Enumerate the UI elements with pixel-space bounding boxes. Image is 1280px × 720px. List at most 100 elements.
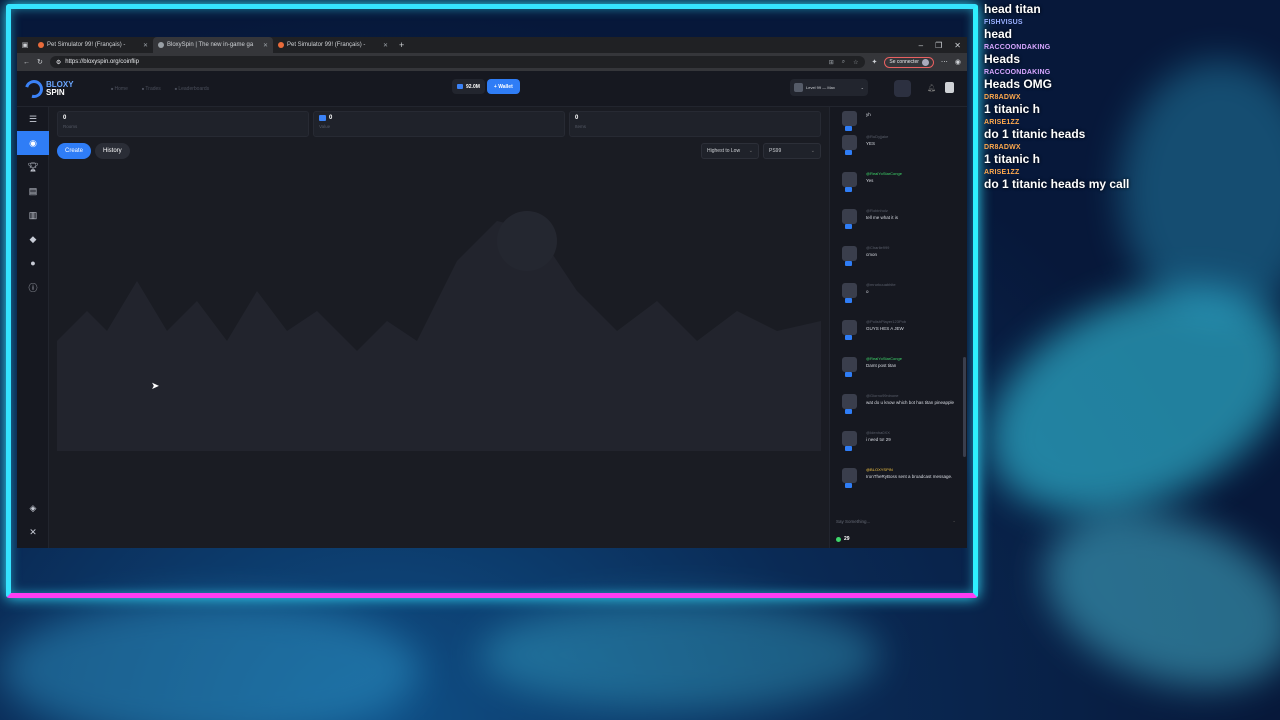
coinflip-icon[interactable]: ◉ bbox=[17, 131, 49, 155]
chat-username[interactable]: @Charlie999 bbox=[866, 245, 962, 250]
new-tab-button[interactable]: + bbox=[393, 40, 410, 50]
chat-avatar[interactable] bbox=[842, 431, 857, 451]
tab-bloxyspin[interactable]: BloxySpin | The new in-game ga ✕ bbox=[153, 37, 273, 53]
site-info-icon[interactable]: ⚙ bbox=[56, 59, 61, 66]
bookmark-icon[interactable]: ☆ bbox=[853, 59, 858, 66]
profile-avatar-icon bbox=[921, 58, 929, 66]
tab-pet-sim-2[interactable]: Pet Simulator 99! (Français) - ✕ bbox=[273, 37, 393, 53]
nav-home[interactable]: Home bbox=[111, 86, 128, 92]
tag-icon[interactable]: ◆ bbox=[17, 227, 49, 251]
chat-input[interactable]: Say Something... ⌄ bbox=[836, 516, 956, 526]
tab-title: Pet Simulator 99! (Français) - bbox=[47, 42, 126, 48]
bloxyspin-site: BLOXY SPIN Home Trades Leaderboards 92.0… bbox=[17, 71, 967, 548]
close-window-icon[interactable]: ✕ bbox=[954, 41, 961, 50]
chat-username[interactable]: @mrurkuuabhite bbox=[866, 282, 962, 287]
nav-leaderboards[interactable]: Leaderboards bbox=[175, 86, 209, 92]
chat-username[interactable]: @RuDyjjake bbox=[866, 134, 962, 139]
user-avatar[interactable] bbox=[894, 80, 911, 97]
chat-message: yh bbox=[830, 107, 967, 131]
chat-avatar[interactable] bbox=[842, 111, 857, 131]
stream-chat-message: ARISE1ZZ do 1 titanic heads my call bbox=[984, 169, 1274, 191]
chat-avatar[interactable] bbox=[842, 172, 857, 192]
history-button[interactable]: History bbox=[95, 143, 130, 159]
toggle-chat-icon[interactable] bbox=[945, 82, 954, 93]
window-menu-icon[interactable]: ▣ bbox=[17, 41, 33, 49]
reload-icon[interactable]: ↻ bbox=[37, 58, 43, 66]
level-label: Level 99 — Max bbox=[806, 85, 835, 90]
chat-avatar[interactable] bbox=[842, 320, 857, 340]
game-value: PS99 bbox=[769, 148, 782, 154]
chat-panel: yh @RuDyjjake YES @RealYoStarConge Yes @Robin… bbox=[829, 107, 967, 548]
chat-avatar[interactable] bbox=[842, 357, 857, 377]
game-select[interactable]: PS99 ⌄ bbox=[763, 143, 821, 159]
chat-username[interactable]: @BLOXYSPIN bbox=[866, 467, 962, 472]
chat-scrollbar[interactable] bbox=[963, 357, 966, 457]
chat-input-placeholder: Say Something... bbox=[836, 518, 871, 524]
chat-message: @PolishPlayer123Pob GUYS HES A JEW bbox=[830, 316, 967, 353]
back-icon[interactable]: ← bbox=[23, 59, 30, 66]
create-button[interactable]: Create bbox=[57, 143, 92, 159]
stream-chat-text: Heads OMG bbox=[984, 77, 1053, 91]
chat-avatar[interactable] bbox=[842, 283, 857, 303]
stream-chat-username: FISHVISUS bbox=[984, 19, 1023, 26]
extensions-icon[interactable]: ✦ bbox=[872, 58, 878, 66]
nav-trades[interactable]: Trades bbox=[142, 86, 160, 92]
chat-username[interactable]: @Idenha0XX bbox=[866, 430, 962, 435]
chat-username[interactable]: @RealYoStarConge bbox=[866, 171, 962, 176]
stat-rooms: 0 Rooms bbox=[57, 111, 309, 137]
wallet-button[interactable]: + Wallet bbox=[486, 79, 520, 94]
stream-chat-username: RACCOONDAKING bbox=[984, 69, 1051, 76]
notification-bell-icon[interactable]: 🔔︎ bbox=[927, 84, 936, 92]
stat-value-total: 0 Value bbox=[313, 111, 565, 137]
stat-value: 0 bbox=[63, 115, 67, 121]
zoom-icon[interactable]: ⌕ bbox=[842, 59, 845, 66]
send-icon[interactable]: ⌄ bbox=[952, 518, 956, 524]
chat-message: @Idenha0XX i need to! 29 bbox=[830, 427, 967, 464]
stream-chat-message: DR8ADWX 1 titanic h bbox=[984, 144, 1274, 166]
chat-username[interactable]: @Giorno99ninone bbox=[866, 393, 962, 398]
close-tab-icon[interactable]: ✕ bbox=[263, 42, 268, 49]
site-logo[interactable]: BLOXY SPIN bbox=[17, 76, 111, 101]
hamburger-menu-icon[interactable]: ☰ bbox=[17, 107, 49, 131]
stream-chat-username: RACCOONDAKING bbox=[984, 44, 1051, 51]
address-bar: ← ↻ ⚙ https://bloxyspin.org/coinflip ⊞ ⌕… bbox=[17, 53, 967, 71]
maximize-icon[interactable]: ❐ bbox=[935, 41, 942, 50]
menu-dots-icon[interactable]: ⋯ bbox=[941, 58, 948, 66]
sign-in-button[interactable]: Se connecter bbox=[884, 56, 934, 68]
user-icon[interactable]: ● bbox=[17, 251, 49, 275]
clipboard-icon[interactable]: ▥ bbox=[17, 203, 49, 227]
tab-pet-sim-1[interactable]: Pet Simulator 99! (Français) - ✕ bbox=[33, 37, 153, 53]
chat-text: wat do u know which bot has titan pineap… bbox=[866, 400, 955, 405]
chat-message: @BLOXYSPIN IronTheRyBoss sent a broadcast… bbox=[830, 464, 967, 501]
chat-message: @Robinholz tell me what it is bbox=[830, 205, 967, 242]
sort-select[interactable]: Highest to Low ⌄ bbox=[701, 143, 759, 159]
chat-avatar[interactable] bbox=[842, 394, 857, 414]
info-icon[interactable]: ⓘ bbox=[17, 275, 49, 299]
chat-avatar[interactable] bbox=[842, 246, 857, 266]
trophy-icon[interactable]: 🏆︎ bbox=[17, 155, 49, 179]
minimize-icon[interactable]: – bbox=[919, 41, 923, 50]
globe-icon bbox=[158, 42, 164, 48]
book-icon[interactable]: ▤ bbox=[17, 179, 49, 203]
assistant-icon[interactable]: ◉ bbox=[955, 58, 961, 66]
close-tab-icon[interactable]: ✕ bbox=[383, 42, 388, 49]
chat-avatar[interactable] bbox=[842, 468, 857, 488]
url-field[interactable]: ⚙ https://bloxyspin.org/coinflip ⊞ ⌕ ☆ bbox=[49, 56, 865, 68]
balance-group: 92.0M + Wallet bbox=[452, 79, 520, 94]
close-tab-icon[interactable]: ✕ bbox=[143, 42, 148, 49]
chat-username[interactable]: @PolishPlayer123Pob bbox=[866, 319, 962, 324]
translate-icon[interactable]: ⊞ bbox=[829, 59, 834, 66]
x-twitter-icon[interactable]: ✕ bbox=[17, 520, 49, 544]
balance-display[interactable]: 92.0M bbox=[452, 79, 485, 94]
stream-chat-text: Heads bbox=[984, 52, 1021, 66]
chat-avatar[interactable] bbox=[842, 135, 857, 155]
chat-avatar[interactable] bbox=[842, 209, 857, 229]
chat-username[interactable]: @Robinholz bbox=[866, 208, 962, 213]
chat-text: Damt post titan bbox=[866, 363, 897, 368]
chat-username[interactable]: @RealYoStarConge bbox=[866, 356, 962, 361]
tab-title: BloxySpin | The new in-game ga bbox=[167, 42, 254, 48]
level-dropdown[interactable]: Level 99 — Max ⌄ bbox=[790, 79, 868, 96]
chat-text: i need to! 29 bbox=[866, 437, 891, 442]
stat-value: 0 bbox=[329, 115, 333, 121]
discord-icon[interactable]: ◈ bbox=[17, 496, 49, 520]
